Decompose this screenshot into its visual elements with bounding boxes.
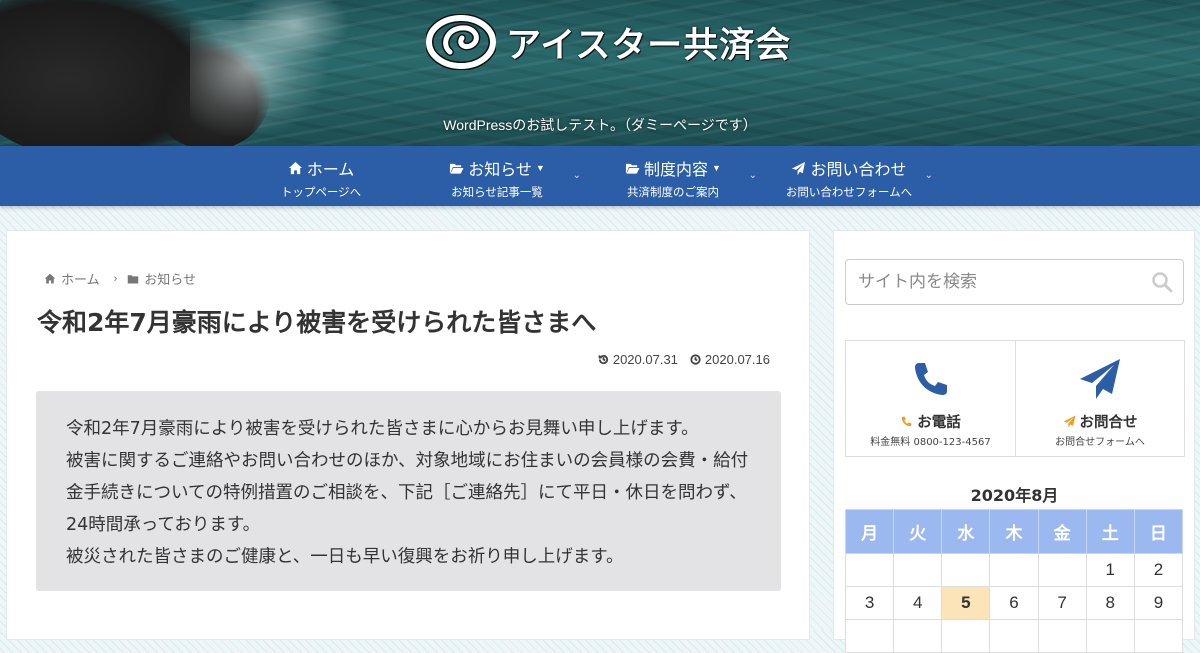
updated-date: 2020.07.31 [612,352,678,367]
calendar-day [989,553,1039,587]
mail-sub: お問合せフォームへ [1055,437,1145,448]
calendar-weekday: 土 [1085,509,1135,554]
nav-item-sub: トップページへ [280,187,362,199]
phone-sub: 料金無料 0800-123-4567 [870,437,991,448]
calendar-day: 9 [1133,586,1184,620]
history-icon [598,354,608,365]
calendar-weekday: 金 [1037,509,1087,554]
calendar-day [844,553,895,587]
logo-text: アイスター共済会 [506,25,792,66]
calendar-day [941,619,991,653]
calendar-day [941,553,991,587]
calendar-day [893,619,943,653]
calendar: 月 火 水 木 金 土 日 1 2 3 4 5 6 7 8 9 [844,509,1184,653]
home-icon [288,161,302,174]
notice-box: 令和2年7月豪雨により被害を受けられた皆さまに心からお見舞い申し上げます。 被害… [36,391,781,591]
calendar-day: 4 [893,586,943,620]
calendar-day [844,619,895,653]
calendar-day [1133,619,1184,653]
calendar-weekday: 火 [893,509,943,554]
calendar-day [1037,553,1087,587]
nav-item-sub: お知らせ記事一覧 [451,187,543,199]
nav-item-system[interactable]: 制度内容 ▼ 共済制度のご案内 ⌄ [585,146,761,206]
search-icon[interactable] [1151,271,1173,293]
calendar-weekday: 日 [1133,509,1184,554]
folder-icon [128,274,139,283]
global-nav: ホーム トップページへ お知らせ ▼ お知らせ記事一覧 ⌄ 制度内容 ▼ 共済制… [0,146,1200,206]
nav-item-label: お知らせ [468,162,532,179]
nav-item-contact[interactable]: お問い合わせ お問い合わせフォームへ ⌄ [761,146,937,206]
nav-item-sub: お問い合わせフォームへ [785,187,913,199]
breadcrumb-separator: › [113,272,118,285]
sidebar: お電話 料金無料 0800-123-4567 お問合せ お問合せフォームへ 20… [833,230,1195,653]
chevron-down-icon[interactable]: ⌄ [749,170,757,181]
breadcrumb-category-link[interactable]: お知らせ [144,269,196,288]
clock-icon [690,354,701,365]
notice-paragraph: 令和2年7月豪雨により被害を受けられた皆さまに心からお見舞い申し上げます。 [66,419,699,439]
site-header: アイスター共済会 WordPressのお試しテスト。（ダミーページです） [0,0,1200,146]
search-input[interactable] [846,260,1146,304]
nav-item-label: 制度内容 [644,162,709,179]
chevron-down-icon[interactable]: ⌄ [573,170,581,181]
notice-paragraph: 被害に関するご連絡やお問い合わせのほか、対象地域にお住まいの会員様の会費・給付金… [66,451,749,535]
page-title: 令和2年7月豪雨により被害を受けられた皆さまへ [37,308,597,337]
post-dates: 2020.07.31 2020.07.16 [598,352,770,367]
calendar-day [989,619,1039,653]
calendar-day: 3 [844,586,895,620]
calendar-day: 2 [1133,553,1184,587]
calendar-weekday: 月 [844,509,895,554]
mail-contact[interactable]: お問合せ お問合せフォームへ [1015,341,1184,456]
calendar-day-today: 5 [941,586,991,620]
calendar-week: 3 4 5 6 7 8 9 [844,586,1184,620]
paper-plane-icon [1063,415,1075,428]
chevron-down-icon[interactable]: ⌄ [925,170,933,181]
calendar-day [1037,619,1087,653]
header-spray-image [240,0,350,60]
caret-down-icon: ▼ [535,163,545,173]
nav-item-sub: 共済制度のご案内 [627,187,719,199]
nav-item-home[interactable]: ホーム トップページへ [233,146,409,206]
calendar-weekday: 木 [989,509,1039,554]
nav-item-news[interactable]: お知らせ ▼ お知らせ記事一覧 ⌄ [409,146,585,206]
paper-plane-icon [792,161,806,175]
folder-open-icon [450,163,464,174]
site-logo[interactable]: アイスター共済会 [426,14,791,70]
phone-icon [914,363,947,395]
calendar-week [844,619,1184,653]
logo-swirl-icon [426,14,496,70]
published-date: 2020.07.16 [704,352,770,367]
contact-box: お電話 料金無料 0800-123-4567 お問合せ お問合せフォームへ [845,340,1185,457]
calendar-day: 6 [989,586,1039,620]
breadcrumb-home-link[interactable]: ホーム [61,269,100,288]
calendar-weekday: 水 [941,509,991,554]
mail-title: お問合せ [1016,411,1184,432]
calendar-day: 1 [1085,553,1135,587]
home-icon [44,273,56,283]
main-content: ホーム › お知らせ 令和2年7月豪雨により被害を受けられた皆さまへ 2020.… [6,230,810,640]
site-tagline: WordPressのお試しテスト。（ダミーページです） [443,117,757,133]
nav-item-label: ホーム [306,162,355,179]
caret-down-icon: ▼ [712,163,721,173]
calendar-week: 1 2 [844,553,1184,587]
calendar-day [1085,619,1135,653]
search-form [845,259,1184,305]
calendar-day [893,553,943,587]
calendar-day: 8 [1085,586,1135,620]
nav-item-label: お問い合わせ [810,162,907,179]
phone-icon [902,416,912,427]
calendar-day: 7 [1037,586,1087,620]
paper-plane-icon [1080,359,1120,399]
notice-paragraph: 被災された皆さまのご健康と、一日も早い復興をお祈り申し上げます。 [66,547,624,567]
phone-title: お電話 [846,411,1015,432]
phone-contact[interactable]: お電話 料金無料 0800-123-4567 [846,341,1015,456]
breadcrumb: ホーム › お知らせ [44,269,196,288]
calendar-caption: 2020年8月 [970,486,1059,505]
folder-open-icon [625,163,640,174]
